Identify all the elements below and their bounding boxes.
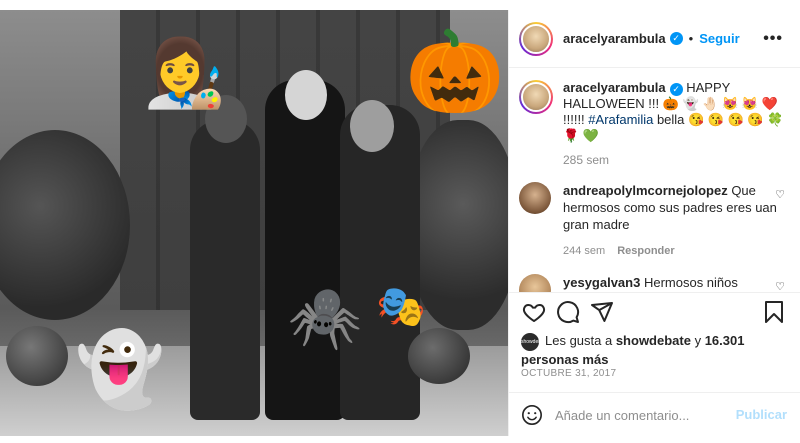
comment-body: andreapolylmcornejolopez Que hermosos co… [563, 182, 781, 260]
likes-summary[interactable]: showdebateLes gusta a showdebate y 16.30… [521, 332, 791, 368]
bookmark-icon[interactable] [761, 299, 787, 325]
ghost-sticker-icon: 👻 [75, 330, 165, 410]
hockey-mask-prop-icon: 🎭 [376, 285, 426, 329]
photo-skull-face-right [350, 100, 394, 152]
caption-body: aracelyarambula ✓ HAPPY HALLOWEEN !!! 🎃 👻… [563, 80, 789, 168]
paper-plane-icon[interactable] [589, 299, 615, 325]
heart-icon[interactable] [521, 299, 547, 325]
liker-username[interactable]: showdebate [616, 333, 691, 348]
caption-timestamp[interactable]: 285 sem [563, 152, 789, 168]
jack-o-lantern-sticker-icon: 🎃 [405, 27, 505, 116]
comment-meta: 244 sem Responder [563, 243, 781, 260]
author-avatar[interactable] [519, 21, 553, 56]
caption-hashtag-link[interactable]: #Arafamilia [588, 112, 653, 127]
photo-bush-left [0, 130, 130, 320]
post-date[interactable]: OCTUBRE 31, 2017 [521, 368, 616, 379]
comment-like-heart-icon[interactable]: ♡ [775, 280, 785, 292]
commenter-avatar[interactable] [519, 182, 551, 214]
comment-item: andreapolylmcornejolopez Que hermosos co… [519, 182, 799, 260]
photo-pumpkin-left [6, 326, 68, 386]
likes-middle: y [690, 333, 705, 348]
comments-list[interactable]: aracelyarambula ✓ HAPPY HALLOWEEN !!! 🎃 👻… [509, 70, 800, 292]
comment-item: yesygalvan3 Hermosos niños ♡ [519, 274, 799, 292]
photo-child-left [190, 120, 260, 420]
follow-button[interactable]: Seguir [699, 31, 739, 46]
verified-badge-icon: ✓ [669, 83, 683, 96]
commenter-username[interactable]: yesygalvan3 [563, 275, 640, 290]
comment-input[interactable] [555, 403, 735, 427]
verified-badge-icon: ✓ [669, 32, 683, 45]
post-actions-bar [509, 292, 800, 330]
reply-button[interactable]: Responder [617, 245, 674, 257]
header-separator: • [688, 31, 694, 46]
comment-text: Hermosos niños [640, 275, 738, 290]
instagram-post: 🎃 👩‍🎨 👻 🕷️ 🎭 aracelyarambula ✓ • Seguir … [0, 0, 800, 443]
photo-child-right [340, 105, 420, 420]
post-caption: aracelyarambula ✓ HAPPY HALLOWEEN !!! 🎃 👻… [519, 80, 789, 168]
comment-bubble-icon[interactable] [555, 299, 581, 325]
photo-woman-center [265, 80, 345, 420]
spider-sticker-icon: 🕷️ [287, 284, 363, 351]
commenter-avatar[interactable] [519, 274, 551, 292]
author-username[interactable]: aracelyarambula [563, 31, 666, 46]
photo-pumpkin-right [408, 328, 470, 384]
likes-prefix: Les gusta a [545, 333, 616, 348]
caption-username[interactable]: aracelyarambula [563, 80, 666, 95]
publish-button[interactable]: Publicar [736, 407, 787, 422]
smiley-icon[interactable] [521, 404, 543, 426]
liker-avatar[interactable]: showdebate [521, 332, 548, 351]
comment-body: yesygalvan3 Hermosos niños [563, 274, 781, 292]
photo-face-center [285, 70, 327, 120]
post-side-panel: aracelyarambula ✓ • Seguir ••• aracelyar… [508, 10, 800, 436]
artist-sticker-icon: 👩‍🎨 [143, 36, 227, 110]
post-header: aracelyarambula ✓ • Seguir ••• [509, 10, 800, 68]
caption-avatar[interactable] [519, 80, 553, 114]
more-options-icon[interactable]: ••• [763, 30, 783, 48]
comment-composer: Publicar [509, 392, 800, 436]
commenter-username[interactable]: andreapolylmcornejolopez [563, 183, 728, 198]
comment-like-heart-icon[interactable]: ♡ [775, 188, 785, 201]
comment-timestamp[interactable]: 244 sem [563, 245, 605, 257]
post-photo[interactable]: 🎃 👩‍🎨 👻 🕷️ 🎭 [0, 10, 508, 436]
